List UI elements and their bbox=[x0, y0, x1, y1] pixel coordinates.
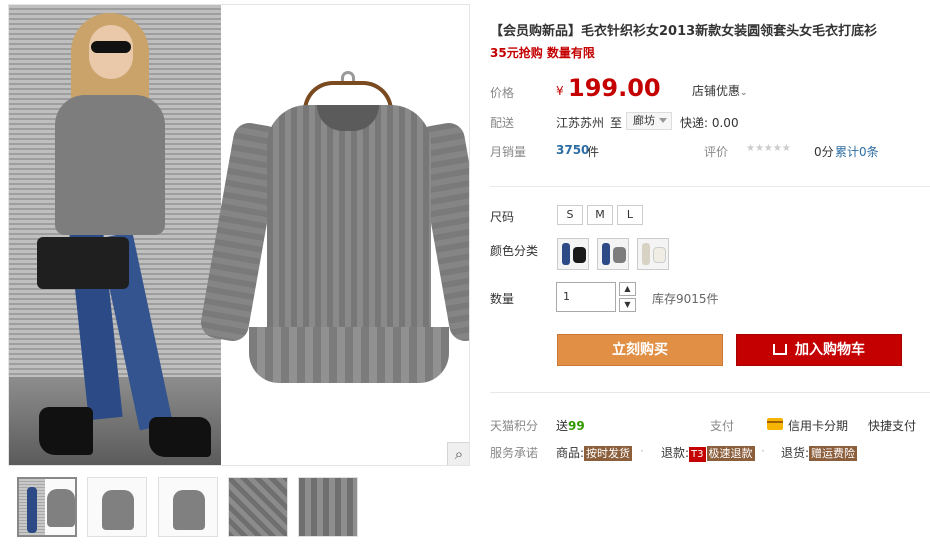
quantity-decrease-button[interactable]: ▼ bbox=[619, 298, 636, 312]
t3-badge: T3 bbox=[689, 447, 706, 462]
on-time-delivery-badge[interactable]: 按时发货 bbox=[584, 446, 633, 461]
service-return: 退货: 赠运费险 bbox=[781, 444, 858, 461]
color-option-black[interactable] bbox=[557, 238, 589, 270]
return-insurance-badge[interactable]: 赠运费险 bbox=[809, 446, 858, 461]
ship-from: 江苏苏州 bbox=[556, 116, 605, 130]
model-photo bbox=[9, 5, 221, 465]
reviews-link[interactable]: 累计0条 bbox=[835, 143, 879, 160]
handbag-graphic bbox=[37, 237, 129, 289]
points-value: 送99 bbox=[556, 417, 585, 434]
color-option-gray[interactable] bbox=[597, 238, 629, 270]
store-promo-dropdown[interactable]: 店铺优惠⌄ bbox=[692, 82, 748, 99]
rating-label: 评价 bbox=[704, 145, 729, 159]
rating-score: 0分 bbox=[814, 145, 834, 159]
points-prefix: 送 bbox=[556, 419, 569, 433]
thumbnail-2[interactable] bbox=[87, 477, 147, 537]
service-shipping-prefix: 商品: bbox=[556, 446, 585, 460]
service-refund-prefix: 退款: bbox=[661, 446, 690, 460]
dropdown-arrow-icon bbox=[659, 118, 667, 123]
separator: · bbox=[761, 444, 765, 458]
express-fee: 快递: 0.00 bbox=[680, 116, 739, 130]
points-number: 99 bbox=[568, 419, 585, 433]
quantity-label: 数量 bbox=[490, 292, 515, 306]
destination-value: 廊坊 bbox=[633, 114, 655, 127]
price-label: 价格 bbox=[490, 86, 515, 100]
sales-count: 3750 bbox=[556, 143, 590, 157]
chevron-down-icon: ⌄ bbox=[740, 88, 748, 98]
credit-card-icon bbox=[767, 418, 783, 430]
promo-text: 35元抢购 数量有限 bbox=[490, 46, 595, 60]
add-to-cart-label: 加入购物车 bbox=[795, 342, 865, 358]
credit-installment-link[interactable]: 信用卡分期 bbox=[788, 417, 848, 434]
store-promo-label: 店铺优惠 bbox=[692, 84, 741, 98]
quantity-input[interactable]: 1 bbox=[556, 282, 616, 312]
service-shipping: 商品: 按时发货 bbox=[556, 444, 633, 461]
currency-symbol: ¥ bbox=[556, 84, 564, 98]
buy-now-button[interactable]: 立刻购买 bbox=[557, 334, 723, 366]
destination-select[interactable]: 廊坊 bbox=[626, 112, 672, 130]
sweater-photo bbox=[198, 5, 469, 465]
thumbnail-3[interactable] bbox=[158, 477, 218, 537]
fast-refund-badge[interactable]: 极速退款 bbox=[706, 446, 755, 461]
separator: · bbox=[640, 444, 644, 458]
product-info-panel: 【会员购新品】毛衣针织衫女2013新款女装圆领套头女毛衣打底衫 35元抢购 数量… bbox=[490, 0, 930, 546]
quantity-increase-button[interactable]: ▲ bbox=[619, 282, 636, 296]
divider bbox=[490, 186, 930, 187]
size-option-s[interactable]: S bbox=[557, 205, 583, 225]
service-label: 服务承诺 bbox=[490, 446, 539, 460]
stock-count: 库存9015件 bbox=[652, 292, 719, 306]
quick-pay-link[interactable]: 快捷支付 bbox=[868, 417, 916, 434]
color-option-white[interactable] bbox=[637, 238, 669, 270]
service-return-prefix: 退货: bbox=[781, 446, 810, 460]
cart-icon bbox=[773, 344, 787, 355]
sales-label: 月销量 bbox=[490, 145, 527, 159]
color-label: 颜色分类 bbox=[490, 244, 539, 258]
shipping-label: 配送 bbox=[490, 116, 515, 130]
thumbnail-4[interactable] bbox=[228, 477, 288, 537]
divider bbox=[490, 392, 930, 393]
payment-label: 支付 bbox=[710, 419, 735, 433]
zoom-icon[interactable]: ⌕ bbox=[447, 442, 469, 465]
product-title: 【会员购新品】毛衣针织衫女2013新款女装圆领套头女毛衣打底衫 bbox=[490, 24, 878, 39]
ship-to: 至 bbox=[610, 116, 623, 130]
price-value: 199.00 bbox=[568, 74, 661, 102]
points-label: 天猫积分 bbox=[490, 419, 539, 433]
main-product-image[interactable]: ⌕ bbox=[8, 4, 470, 466]
size-option-l[interactable]: L bbox=[617, 205, 643, 225]
rating-stars-icon: ★★★★★ bbox=[746, 143, 791, 154]
service-refund: 退款: T3 极速退款 bbox=[661, 444, 755, 462]
thumbnail-1[interactable] bbox=[17, 477, 77, 537]
thumbnail-5[interactable] bbox=[298, 477, 358, 537]
sales-unit: 件 bbox=[587, 145, 600, 159]
add-to-cart-button[interactable]: 加入购物车 bbox=[736, 334, 902, 366]
size-label: 尺码 bbox=[490, 210, 515, 224]
size-option-m[interactable]: M bbox=[587, 205, 613, 225]
